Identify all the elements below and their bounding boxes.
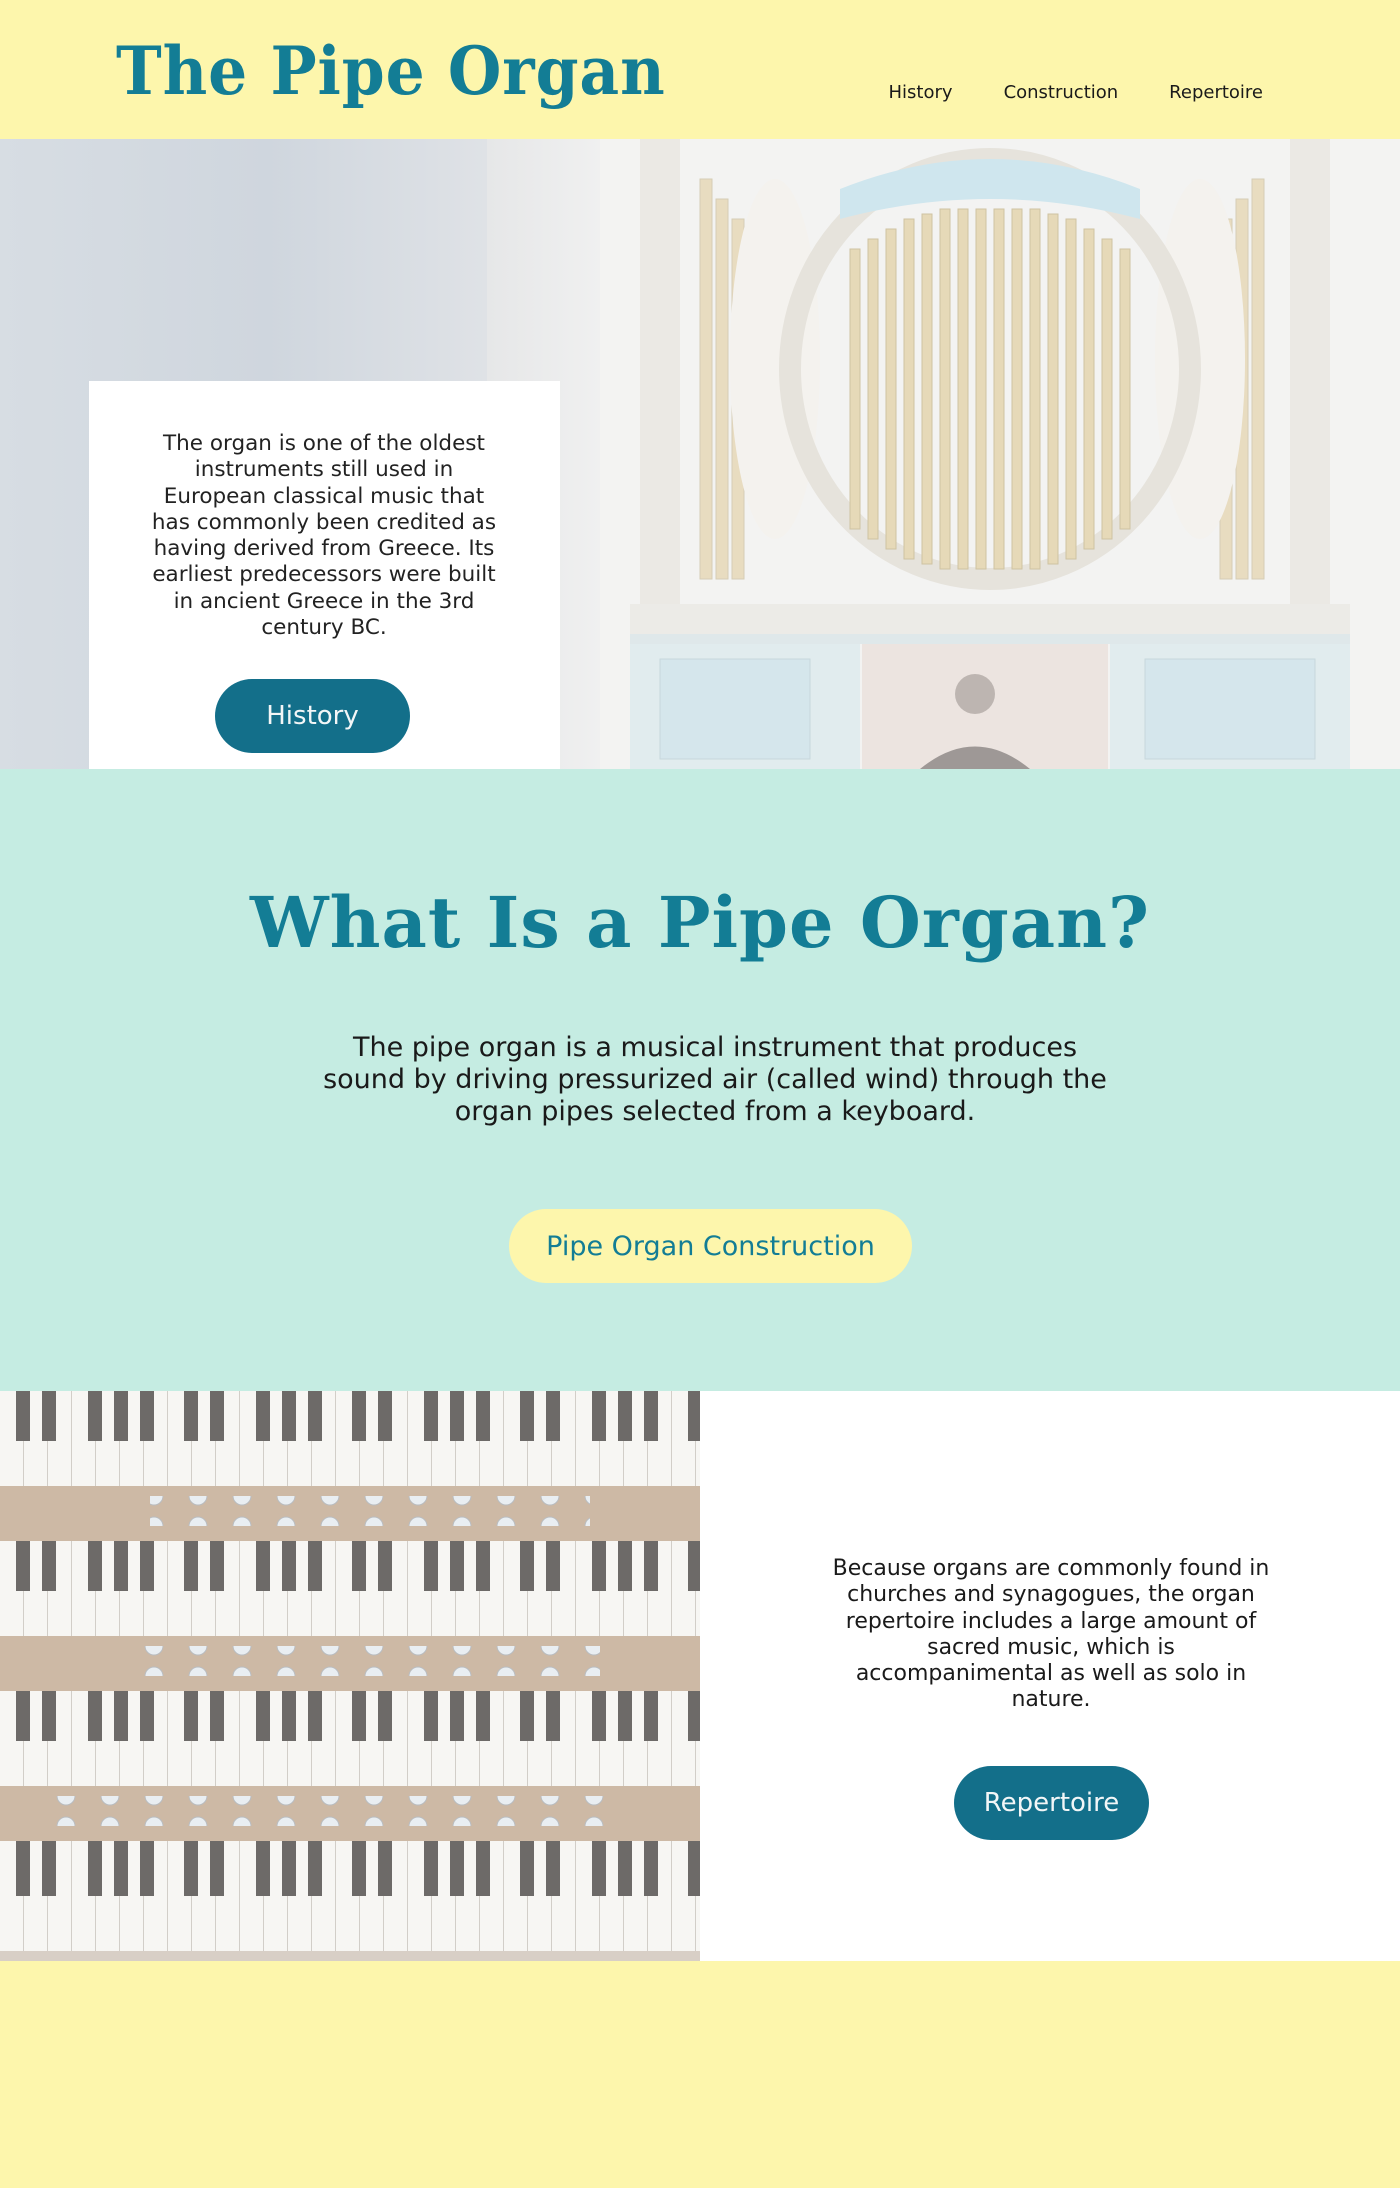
repertoire-text: Because organs are commonly found in chu…: [832, 1556, 1270, 1713]
about-section: What Is a Pipe Organ? The pipe organ is …: [0, 769, 1400, 1391]
nav-link-construction[interactable]: Construction: [1004, 82, 1119, 103]
nav-link-history[interactable]: History: [889, 82, 953, 103]
hero-card: The organ is one of the oldest instrumen…: [89, 381, 560, 769]
repertoire-button[interactable]: Repertoire: [954, 1766, 1149, 1840]
repertoire-section: Because organs are commonly found in chu…: [0, 1391, 1400, 1961]
site-header: The Pipe Organ History Construction Repe…: [0, 0, 1400, 139]
hero-text: The organ is one of the oldest instrumen…: [151, 431, 497, 641]
main-nav: History Construction Repertoire: [889, 82, 1263, 103]
hero-section: The organ is one of the oldest instrumen…: [0, 139, 1400, 769]
nav-link-repertoire[interactable]: Repertoire: [1169, 82, 1263, 103]
construction-button[interactable]: Pipe Organ Construction: [509, 1209, 912, 1283]
about-title: What Is a Pipe Organ?: [250, 881, 1150, 964]
about-text: The pipe organ is a musical instrument t…: [323, 1032, 1107, 1127]
site-footer: [0, 1961, 1400, 2188]
site-logo[interactable]: The Pipe Organ: [116, 32, 666, 110]
keyboard-image: [0, 1391, 700, 1961]
organ-facade-image: [600, 139, 1400, 769]
history-button[interactable]: History: [215, 679, 410, 753]
